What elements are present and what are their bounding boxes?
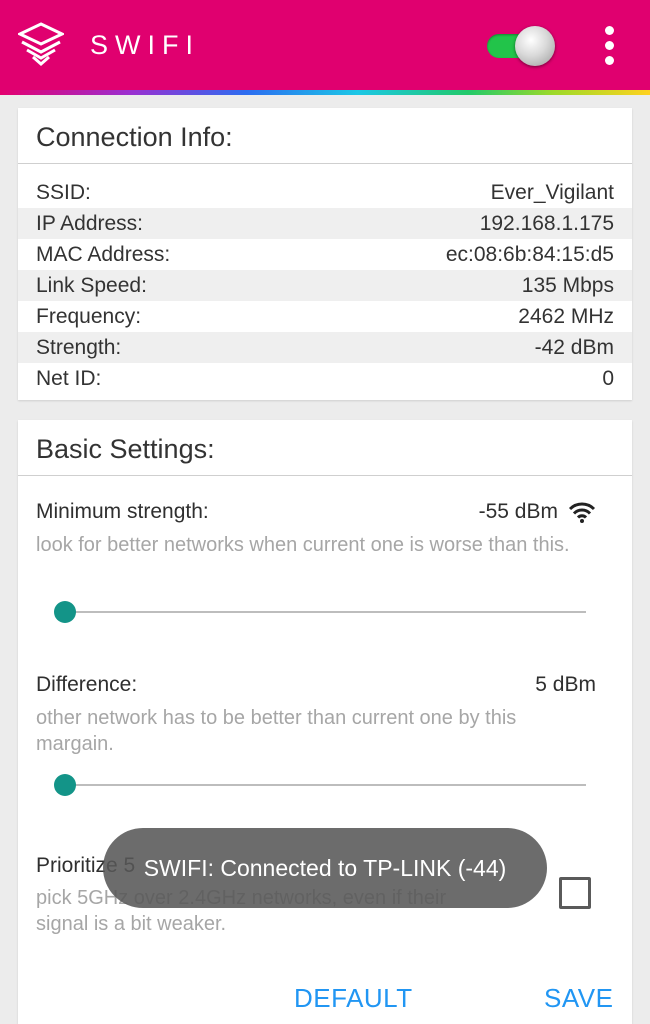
basic-settings-title: Basic Settings:	[18, 420, 632, 476]
slider-track	[56, 784, 586, 786]
info-value: -42 dBm	[534, 335, 614, 359]
overflow-menu-icon[interactable]	[598, 24, 622, 68]
min-strength-description: look for better networks when current on…	[36, 534, 570, 556]
difference-value: 5 dBm	[535, 673, 596, 696]
info-value: ec:08:6b:84:15:d5	[445, 242, 614, 266]
info-row-net-id: Net ID: 0	[18, 363, 632, 394]
info-label: IP Address:	[36, 211, 144, 235]
info-label: Strength:	[36, 335, 122, 359]
prioritize-5ghz-checkbox[interactable]	[559, 877, 591, 909]
info-value: 2462 MHz	[518, 304, 614, 328]
default-button[interactable]: DEFAULT	[294, 983, 413, 1014]
min-strength-value-wrap: -55 dBm	[479, 500, 596, 524]
slider-thumb[interactable]	[54, 601, 76, 623]
info-value: 192.168.1.175	[479, 211, 614, 235]
info-row-strength: Strength: -42 dBm	[18, 332, 632, 363]
rainbow-stripe	[0, 90, 650, 95]
info-value: 135 Mbps	[521, 273, 614, 297]
save-button[interactable]: SAVE	[544, 983, 613, 1014]
info-value: 0	[602, 366, 614, 390]
connection-info-list: SSID: Ever_Vigilant IP Address: 192.168.…	[18, 164, 632, 394]
info-label: MAC Address:	[36, 242, 171, 266]
slider-thumb[interactable]	[54, 774, 76, 796]
min-strength-value: -55 dBm	[478, 500, 558, 523]
info-label: SSID:	[36, 180, 91, 204]
info-label: Link Speed:	[36, 273, 147, 297]
info-label: Net ID:	[36, 366, 102, 390]
difference-label: Difference:	[36, 673, 138, 696]
info-row-ip-address: IP Address: 192.168.1.175	[18, 208, 632, 239]
difference-description: other network has to be better than curr…	[36, 707, 517, 755]
difference-header: Difference: 5 dBm	[36, 673, 596, 697]
info-row-ssid: SSID: Ever_Vigilant	[18, 177, 632, 208]
layered-diamond-icon	[18, 22, 64, 66]
difference-slider[interactable]	[54, 773, 586, 797]
info-label: Frequency:	[36, 304, 142, 328]
info-row-mac-address: MAC Address: ec:08:6b:84:15:d5	[18, 239, 632, 270]
info-row-frequency: Frequency: 2462 MHz	[18, 301, 632, 332]
connection-info-card: Connection Info: SSID: Ever_Vigilant IP …	[18, 108, 632, 400]
app-title: SWIFI	[90, 30, 200, 60]
info-row-link-speed: Link Speed: 135 Mbps	[18, 270, 632, 301]
wifi-icon	[568, 502, 596, 523]
toast-message: SWIFI: Connected to TP-LINK (-44)	[103, 828, 547, 908]
info-value: Ever_Vigilant	[490, 180, 614, 204]
min-strength-label: Minimum strength:	[36, 500, 209, 523]
toggle-knob	[515, 26, 555, 66]
slider-track	[56, 611, 586, 613]
wifi-switch-toggle[interactable]	[487, 26, 557, 66]
min-strength-header: Minimum strength: -55 dBm	[36, 500, 596, 524]
min-strength-slider[interactable]	[54, 600, 586, 624]
basic-settings-card: Basic Settings: Minimum strength: -55 dB…	[18, 420, 632, 1024]
app-bar: SWIFI	[0, 0, 650, 90]
connection-info-title: Connection Info:	[18, 108, 632, 164]
